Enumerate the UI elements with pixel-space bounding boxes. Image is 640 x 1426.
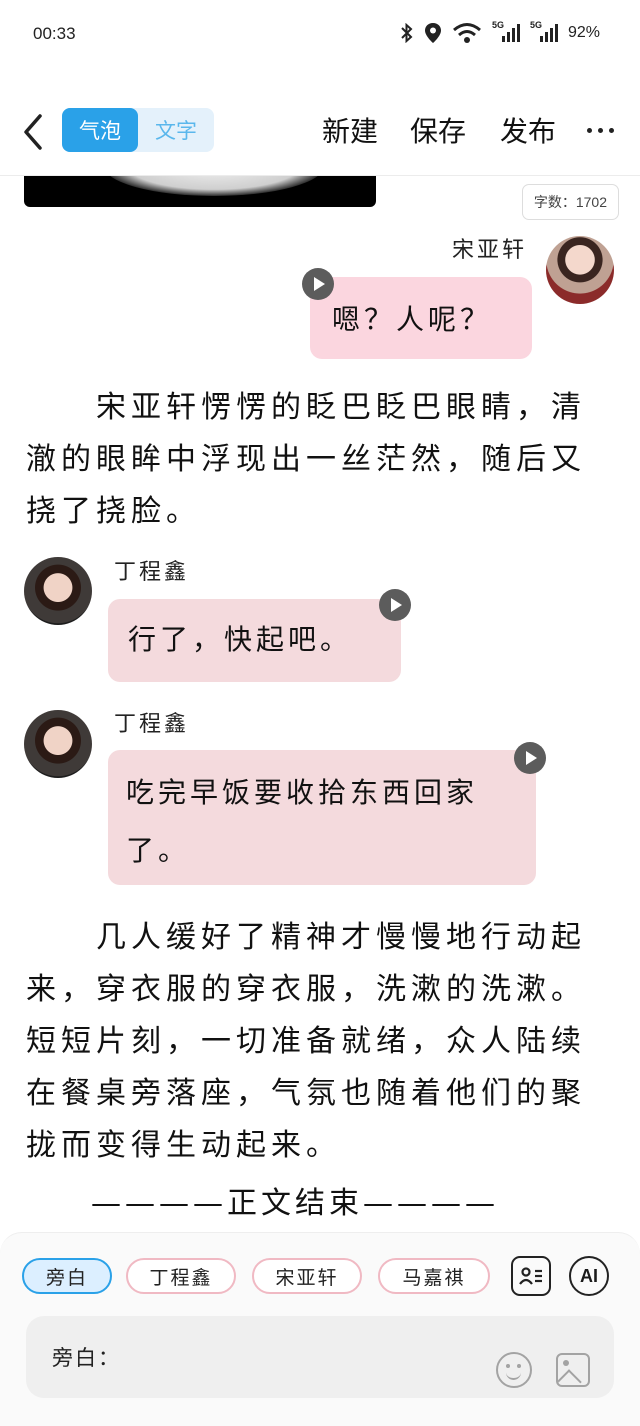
network-type-1: 5G [491, 20, 504, 30]
speaker-name: 丁程鑫 [114, 560, 190, 585]
role-chip-narrator[interactable]: 旁白 [22, 1258, 112, 1294]
save-button[interactable]: 保存 [410, 110, 466, 150]
chat-bubble[interactable]: 行了，快起吧。 [108, 599, 401, 682]
status-icons: 5G 5G 92% [400, 20, 600, 44]
mode-toggle: 气泡 文字 [62, 108, 214, 152]
image-icon[interactable] [556, 1353, 590, 1387]
status-bar: 00:33 5G 5G 92% [0, 0, 640, 72]
emoji-icon[interactable] [496, 1352, 532, 1388]
role-chip-song-yaxuan[interactable]: 宋亚轩 [252, 1258, 362, 1294]
battery-level: 92% [567, 24, 600, 41]
word-count-badge: 字数：1702 [521, 184, 619, 220]
chat-bubble-text: 吃完早饭要收拾东西回家了。 [126, 776, 479, 867]
bluetooth-icon [401, 23, 413, 43]
role-chip-ding-chengxin[interactable]: 丁程鑫 [126, 1258, 236, 1294]
signal-icon-sim1: 5G [492, 20, 520, 42]
signal-icon-sim2: 5G [530, 20, 558, 42]
chat-bubble-text: 嗯？人呢？ [332, 303, 493, 336]
play-voice-icon[interactable] [514, 742, 546, 774]
publish-button[interactable]: 发布 [500, 110, 556, 150]
avatar[interactable] [546, 236, 614, 304]
ai-assistant-button[interactable]: AI [569, 1256, 609, 1296]
new-button[interactable]: 新建 [322, 110, 378, 150]
story-editor-screen: 00:33 5G 5G 92% 气泡 文字 新建 保存 发布 字数：1702 宋… [0, 0, 640, 1426]
mode-text-tab[interactable]: 文字 [138, 108, 214, 152]
status-time: 00:33 [33, 24, 76, 43]
speaker-name: 宋亚轩 [452, 238, 528, 263]
role-chip-ma-jiaqi[interactable]: 马嘉祺 [378, 1258, 490, 1294]
network-type-2: 5G [529, 20, 542, 30]
play-voice-icon[interactable] [379, 589, 411, 621]
wifi-icon [453, 23, 481, 43]
location-icon [424, 23, 441, 43]
avatar[interactable] [24, 557, 92, 625]
play-voice-icon[interactable] [302, 268, 334, 300]
contact-card-icon[interactable] [511, 1256, 551, 1296]
story-image[interactable] [24, 176, 376, 207]
more-options-icon[interactable] [587, 128, 614, 133]
input-speaker-prefix: 旁白： [52, 1346, 121, 1370]
narration-paragraph[interactable]: 宋亚轩愣愣的眨巴眨巴眼睛，清澈的眼眸中浮现出一丝茫然，随后又挠了挠脸。 [26, 382, 606, 538]
back-arrow-icon[interactable] [18, 112, 48, 152]
mode-bubble-tab[interactable]: 气泡 [62, 108, 138, 152]
id-card-icon [519, 1267, 542, 1285]
narration-paragraph[interactable]: 几人缓好了精神才慢慢地行动起来，穿衣服的穿衣服，洗漱的洗漱。短短片刻，一切准备就… [26, 912, 606, 1172]
editor-header: 气泡 文字 新建 保存 发布 [0, 100, 640, 172]
story-end-marker: ————正文结束———— [91, 1186, 499, 1221]
speaker-name: 丁程鑫 [114, 712, 190, 737]
chat-bubble[interactable]: 吃完早饭要收拾东西回家了。 [108, 750, 536, 885]
chat-bubble[interactable]: 嗯？人呢？ [310, 277, 532, 359]
chat-bubble-text: 行了，快起吧。 [128, 623, 353, 656]
avatar[interactable] [24, 710, 92, 778]
